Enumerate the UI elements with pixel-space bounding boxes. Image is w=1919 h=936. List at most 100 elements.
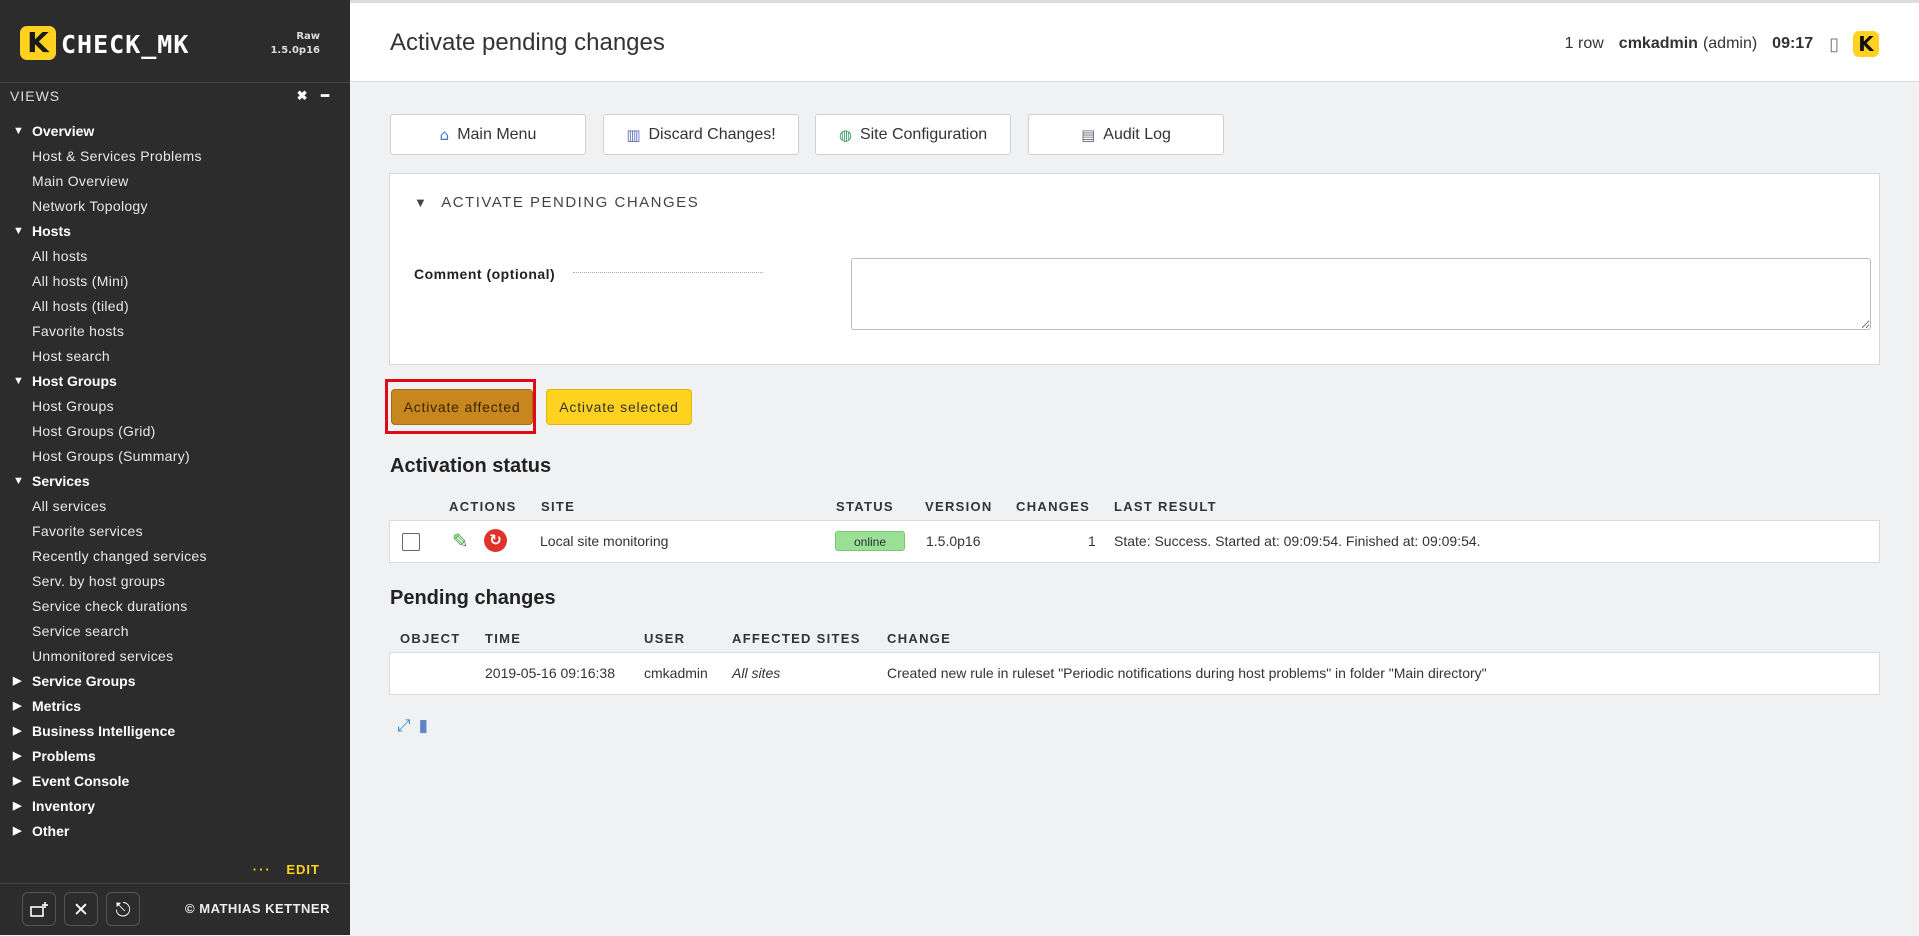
triangle-down-icon: ▼ [13,475,24,487]
sidebar-footer: ✕ ⎋ © MATHIAS KETTNER [0,883,350,936]
edit-label: EDIT [286,862,320,877]
activation-status-title: Activation status [390,455,552,477]
help-book-icon[interactable]: ▯ [1829,34,1839,55]
sidebar-section-label: Host Groups [32,373,117,389]
sidebar-item-service-check-durations[interactable]: Service check durations [0,594,350,619]
col-time: TIME [485,631,522,646]
audit-log-label: Audit Log [1103,125,1171,143]
site-configuration-button[interactable]: ◍ Site Configuration [815,114,1011,155]
sidebar-item-service-search[interactable]: Service search [0,619,350,644]
views-snapin-header[interactable]: VIEWS ✖ ━ [10,88,330,104]
form-section-header[interactable]: ▼ ACTIVATE PENDING CHANGES [414,194,699,211]
sidebar-item-host-groups-grid[interactable]: Host Groups (Grid) [0,419,350,444]
col-object: OBJECT [400,631,461,646]
activate-form: ▼ ACTIVATE PENDING CHANGES Comment (opti… [389,173,1880,365]
sidebar-item-network-topology[interactable]: Network Topology [0,194,350,219]
sidebar-section-business-intelligence[interactable]: ▶ Business Intelligence [0,719,350,744]
comment-input[interactable] [851,258,1871,330]
globe-icon: ◍ [838,125,852,144]
sidebar-item-all-hosts-mini[interactable]: All hosts (Mini) [0,269,350,294]
sidebar-section-label: Overview [32,123,95,139]
discard-changes-label: Discard Changes! [648,125,776,143]
status-badge: online [835,531,905,551]
col-user: USER [644,631,686,646]
col-site: SITE [541,499,576,514]
checkmk-logo-icon[interactable]: K [20,26,56,60]
audit-log-button[interactable]: ▤ Audit Log [1028,114,1224,155]
comment-label-dots [573,272,763,273]
sidebar-item-serv-by-host-groups[interactable]: Serv. by host groups [0,569,350,594]
col-affected-sites: AFFECTED SITES [732,631,861,646]
discard-changes-button[interactable]: ▥ Discard Changes! [603,114,799,155]
change-text: Created new rule in ruleset "Periodic no… [887,665,1487,681]
sidebar-section-host-groups[interactable]: ▼ Host Groups [0,369,350,394]
sidebar-item-favorite-services[interactable]: Favorite services [0,519,350,544]
main-menu-label: Main Menu [457,125,537,143]
sidebar-toggle-icon[interactable]: ▮ [419,716,428,736]
sidebar-section-other[interactable]: ▶ Other [0,819,350,844]
sidebar-item-host-groups[interactable]: Host Groups [0,394,350,419]
close-icon[interactable]: ✖ [297,88,309,103]
col-version: VERSION [925,499,993,514]
sidebar-item-host-groups-summary[interactable]: Host Groups (Summary) [0,444,350,469]
version-label: 1.5.0p16 [270,45,320,56]
sidebar-section-service-groups[interactable]: ▶ Service Groups [0,669,350,694]
sidebar-section-label: Business Intelligence [32,723,176,739]
sidebar-section-services[interactable]: ▼ Services [0,469,350,494]
col-change: CHANGE [887,631,952,646]
sidebar-section-problems[interactable]: ▶ Problems [0,744,350,769]
sidebar-section-event-console[interactable]: ▶ Event Console [0,769,350,794]
triangle-down-icon: ▼ [414,195,429,210]
add-snapin-button[interactable] [22,892,56,926]
logo-text: CHECK_MK [61,30,190,59]
sidebar-item-host-search[interactable]: Host search [0,344,350,369]
sidebar-section-label: Hosts [32,223,71,239]
home-icon: ⌂ [439,125,450,144]
sidebar-item-main-overview[interactable]: Main Overview [0,169,350,194]
restart-icon[interactable]: ↻ [484,529,507,552]
sidebar-section-inventory[interactable]: ▶ Inventory [0,794,350,819]
logout-button[interactable]: ⎋ [106,892,140,926]
sidebar-item-unmonitored-services[interactable]: Unmonitored services [0,644,350,669]
main-menu-button[interactable]: ⌂ Main Menu [390,114,586,155]
header-info: 1 row cmkadmin (admin) 09:17 ▯ K [1565,31,1879,57]
tools-button[interactable]: ✕ [64,892,98,926]
activate-affected-button[interactable]: Activate affected [391,389,533,425]
edition-label: Raw [296,31,320,42]
change-affected-sites: All sites [732,665,781,681]
expand-icon[interactable]: ⤢ [397,716,411,736]
sidebar-item-all-services[interactable]: All services [0,494,350,519]
clock: 09:17 [1772,35,1814,52]
sidebar-section-hosts[interactable]: ▼ Hosts [0,219,350,244]
site-select-checkbox[interactable] [402,533,420,551]
sidebar-section-label: Event Console [32,773,130,789]
sidebar-section-metrics[interactable]: ▶ Metrics [0,694,350,719]
triangle-right-icon: ▶ [13,775,22,787]
edit-link[interactable]: ··· EDIT [253,862,320,877]
checkmk-header-logo-icon[interactable]: K [1853,31,1879,57]
sidebar-section-label: Problems [32,748,96,764]
edit-pencil-icon[interactable]: ✎ [452,529,469,553]
col-actions: ACTIONS [449,499,517,514]
sidebar-item-all-hosts-tiled[interactable]: All hosts (tiled) [0,294,350,319]
sidebar-section-label: Other [32,823,70,839]
sidebar-section-label: Service Groups [32,673,136,689]
minimize-icon[interactable]: ━ [321,88,330,103]
username[interactable]: cmkadmin [1619,35,1698,53]
last-result: State: Success. Started at: 09:09:54. Fi… [1114,533,1481,549]
sidebar-section-overview[interactable]: ▼ Overview [0,119,350,144]
page-header: Activate pending changes 1 row cmkadmin … [350,0,1919,82]
activate-selected-button[interactable]: Activate selected [546,389,692,425]
triangle-right-icon: ▶ [13,750,22,762]
sidebar-item-host-services-problems[interactable]: Host & Services Problems [0,144,350,169]
comment-label: Comment (optional) [414,266,556,282]
sidebar-item-all-hosts[interactable]: All hosts [0,244,350,269]
sidebar-item-favorite-hosts[interactable]: Favorite hosts [0,319,350,344]
views-tree: ▼ Overview Host & Services Problems Main Ov… [0,119,350,844]
col-changes: CHANGES [1016,499,1091,514]
site-configuration-label: Site Configuration [859,125,988,143]
edition-info: Raw 1.5.0p16 [270,30,320,58]
triangle-down-icon: ▼ [13,125,24,137]
sidebar-item-recently-changed-services[interactable]: Recently changed services [0,544,350,569]
sidebar-header: K CHECK_MK Raw 1.5.0p16 [0,0,350,83]
